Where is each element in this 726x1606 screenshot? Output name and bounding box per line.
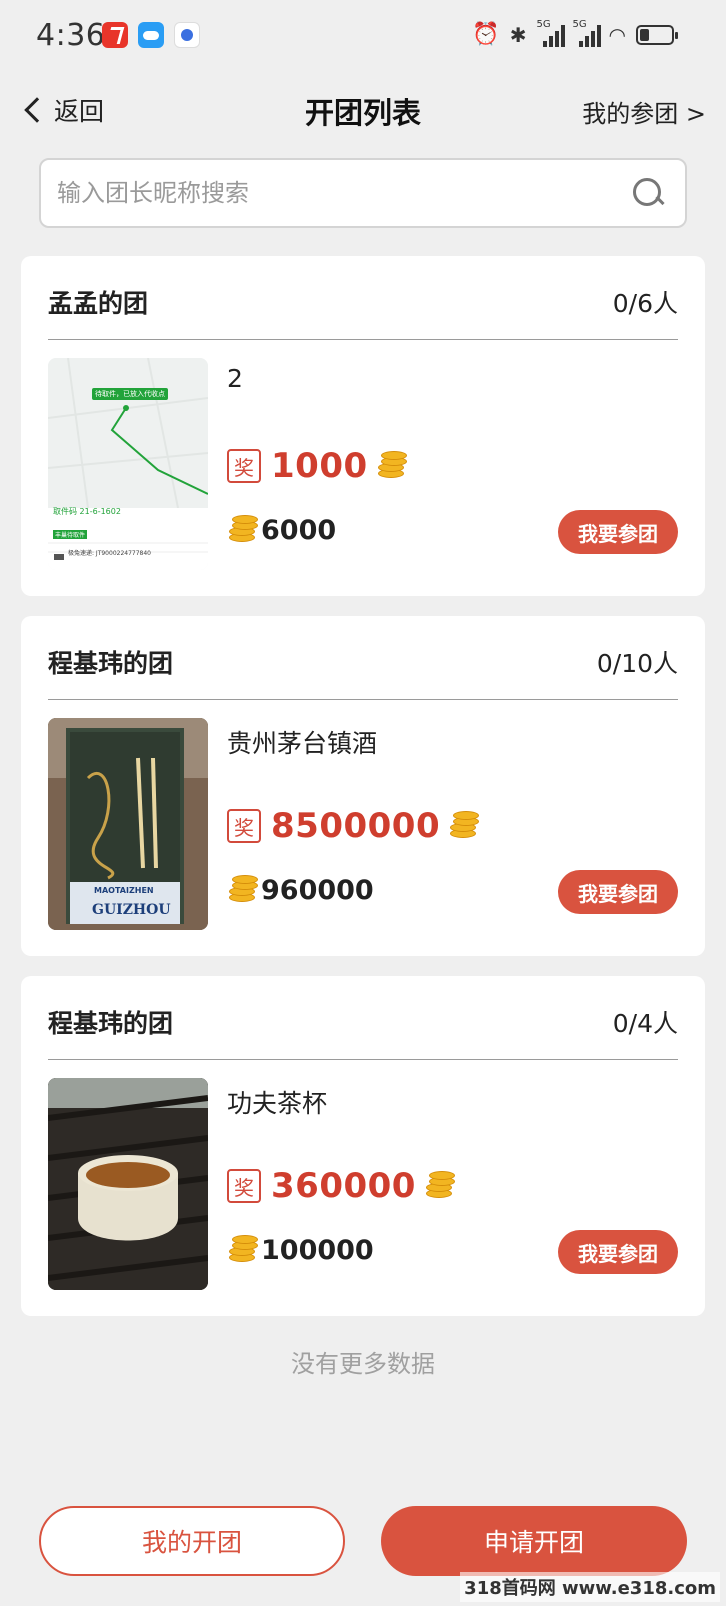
group-member-count: 0/6人 [612, 289, 678, 318]
group-card: 孟孟的团 0/6人 待取件，已放入代收点 取件码 21-6-1602 丰巢待取件… [21, 256, 705, 596]
coin-cost: 100000 [261, 1234, 374, 1266]
coin-cost-row: 100000 [227, 1232, 374, 1268]
prize-tag: 奖 [227, 1169, 261, 1203]
product-name: 2 [227, 364, 243, 393]
coin-cost-row: 960000 [227, 872, 374, 908]
signal-5g-icon: 5G [537, 19, 565, 47]
group-card-header: 孟孟的团 0/6人 [48, 256, 678, 340]
prize-amount: 8500000 [271, 806, 441, 846]
coins-icon [376, 451, 408, 481]
search-icon[interactable] [633, 178, 663, 208]
coins-icon [424, 1171, 456, 1201]
prize-amount: 1000 [271, 446, 368, 486]
product-name: 贵州茅台镇酒 [227, 729, 378, 758]
prize-row: 奖 1000 [227, 444, 408, 488]
map-pickup-badge: 待取件，已放入代收点 [92, 388, 168, 400]
coins-icon [227, 875, 259, 905]
cloud-app-icon [138, 22, 164, 48]
prize-tag: 奖 [227, 809, 261, 843]
app-notification-icon [102, 22, 128, 48]
join-group-button[interactable]: 我要参团 [558, 870, 678, 914]
product-thumbnail[interactable]: 待取件，已放入代收点 取件码 21-6-1602 丰巢待取件 极兔速递: JT9… [48, 358, 208, 570]
status-time: 4:36 [36, 18, 106, 53]
apply-group-button[interactable]: 申请开团 [381, 1506, 687, 1576]
prize-row: 奖 360000 [227, 1164, 456, 1208]
box-label-line2: GUIZHOU [92, 902, 171, 918]
product-thumbnail[interactable]: MAOTAIZHEN GUIZHOU [48, 718, 208, 930]
alarm-icon: ⏰ [472, 22, 500, 47]
status-indicators: ⏰ ✱ 5G 5G ◠ [472, 19, 678, 47]
status-bar: 4:36 ⏰ ✱ 5G 5G ◠ [0, 0, 726, 72]
my-groups-button[interactable]: 我的开团 [39, 1506, 345, 1576]
bluetooth-icon: ✱ [509, 22, 527, 47]
join-group-button[interactable]: 我要参团 [558, 1230, 678, 1274]
search-bar [39, 158, 687, 228]
prize-row: 奖 8500000 [227, 804, 480, 848]
coin-cost: 960000 [261, 874, 374, 906]
prize-tag: 奖 [227, 449, 261, 483]
signal-5g-icon: 5G [573, 19, 601, 47]
group-card: 程基玮的团 0/10人 MAOTAIZHEN GUIZHOU 贵州茅台镇酒 奖 … [21, 616, 705, 956]
watermark: 318首码网 www.e318.com [460, 1572, 720, 1602]
my-join-link[interactable]: 我的参团 > [582, 94, 706, 129]
pickup-status-badge: 丰巢待取件 [53, 530, 88, 539]
group-leader-name: 孟孟的团 [48, 289, 149, 318]
product-name: 功夫茶杯 [227, 1089, 328, 1118]
group-card-header: 程基玮的团 0/4人 [48, 976, 678, 1060]
wifi-icon: ◠ [608, 22, 626, 47]
baidu-app-icon [174, 22, 200, 48]
group-member-count: 0/10人 [596, 649, 678, 678]
group-card: 程基玮的团 0/4人 功夫茶杯 奖 360000 100000 我要参团 [21, 976, 705, 1316]
search-input[interactable] [57, 160, 617, 226]
nav-bar: 返回 开团列表 我的参团 > [0, 82, 726, 142]
box-label-line1: MAOTAIZHEN [94, 886, 154, 895]
join-group-button[interactable]: 我要参团 [558, 510, 678, 554]
coins-icon [448, 811, 480, 841]
group-leader-name: 程基玮的团 [48, 1009, 174, 1038]
liquor-box-image [48, 718, 208, 930]
coin-cost: 6000 [261, 514, 337, 546]
tea-cup-image [48, 1078, 208, 1290]
coin-cost-row: 6000 [227, 512, 336, 548]
prize-amount: 360000 [271, 1166, 416, 1206]
group-leader-name: 程基玮的团 [48, 649, 174, 678]
no-more-data-text: 没有更多数据 [291, 1350, 435, 1378]
tracking-number: 极兔速递: JT9000224777840 [68, 550, 151, 557]
group-member-count: 0/4人 [612, 1009, 678, 1038]
group-card-header: 程基玮的团 0/10人 [48, 616, 678, 700]
product-thumbnail[interactable] [48, 1078, 208, 1290]
battery-icon [636, 24, 678, 45]
coins-icon [227, 1235, 259, 1265]
pickup-code: 取件码 21-6-1602 [53, 507, 121, 516]
coins-icon [227, 515, 259, 545]
